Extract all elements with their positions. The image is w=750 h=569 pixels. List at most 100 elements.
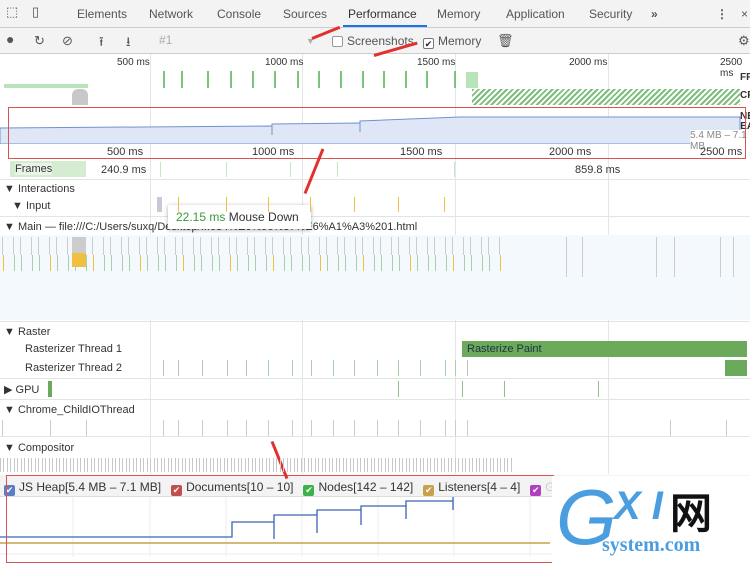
compositor-event [63, 458, 64, 472]
performance-toolbar: ● ↻ ⊘ ⭱ ⭳ #1 ▼ Screenshots ✔ Memory 🗑 ⚙ [0, 28, 750, 54]
trash-icon[interactable]: 🗑 [497, 33, 514, 49]
gpu-event[interactable] [48, 381, 52, 397]
compositor-event [140, 458, 141, 472]
compositor-event [231, 458, 232, 472]
compositor-event [465, 458, 466, 472]
compositor-event [122, 458, 123, 472]
childio-track[interactable]: ▼ Chrome_ChildIOThread [4, 404, 135, 416]
interactions-track[interactable]: ▼ Interactions [4, 183, 75, 195]
compositor-event [441, 458, 442, 472]
task-bar [489, 255, 490, 271]
task-bar [211, 237, 212, 255]
task-bar [488, 237, 489, 255]
compositor-event [301, 458, 302, 472]
frame-marker [290, 162, 291, 177]
clear-icon[interactable]: ⊘ [62, 33, 73, 49]
io-event [311, 420, 312, 436]
compositor-event [91, 458, 92, 472]
compositor-track[interactable]: ▼ Compositor [4, 442, 74, 454]
compositor-event [70, 458, 71, 472]
tab-memory[interactable]: Memory [437, 7, 480, 21]
menu-kebab-icon[interactable]: ⋮ [716, 7, 728, 21]
task-bar [183, 255, 184, 271]
task-bar [482, 255, 483, 271]
cpu-busy-hatch [472, 89, 740, 105]
tab-elements[interactable]: Elements [77, 7, 127, 21]
input-track[interactable]: ▼ Input [12, 200, 50, 212]
compositor-event [108, 458, 109, 472]
io-event [178, 420, 179, 436]
rasterize-paint-event[interactable]: Rasterize Paint [462, 341, 747, 357]
tab-security[interactable]: Security [589, 7, 632, 21]
compositor-event [164, 458, 165, 472]
task-bar [319, 237, 320, 255]
fps-tick [297, 71, 299, 88]
compositor-event [73, 458, 74, 472]
task-bar [93, 255, 94, 271]
compositor-event [80, 458, 81, 472]
gpu-track[interactable]: ▶ GPU [4, 383, 39, 396]
compositor-event [287, 458, 288, 472]
compositor-event [115, 458, 116, 472]
compositor-event [497, 458, 498, 472]
fps-tick [252, 71, 254, 88]
rasterizer-thread-1[interactable]: Rasterizer Thread 1 [25, 343, 122, 355]
tab-sources[interactable]: Sources [283, 7, 327, 21]
overview-tick: 1000 ms [265, 57, 304, 68]
raster-event[interactable] [725, 360, 747, 376]
compositor-event [346, 458, 347, 472]
inspect-element-icon[interactable]: ⬚ [6, 4, 18, 20]
device-toolbar-icon[interactable]: ▯ [32, 4, 39, 20]
gpu-event [504, 381, 505, 397]
raster-event [227, 360, 228, 376]
task-bar [398, 237, 399, 255]
compositor-event [402, 458, 403, 472]
task-bar [302, 255, 303, 271]
tab-console[interactable]: Console [217, 7, 261, 21]
task-bar [146, 237, 147, 255]
compositor-event [238, 458, 239, 472]
compositor-event [420, 458, 421, 472]
memory-label: Memory [438, 34, 482, 48]
gear-icon[interactable]: ⚙ [738, 33, 750, 49]
tab-performance[interactable]: Performance [348, 7, 417, 21]
gpu-event [462, 381, 463, 397]
compositor-event [28, 458, 29, 472]
input-event [398, 197, 399, 212]
recording-select[interactable]: #1 [159, 33, 172, 47]
memory-checkbox[interactable]: ✔ Memory [423, 34, 481, 49]
compositor-event [409, 458, 410, 472]
compositor-event [199, 458, 200, 472]
task-bar [391, 237, 392, 255]
compositor-event [175, 458, 176, 472]
more-tabs-button[interactable]: » [651, 7, 658, 21]
reload-icon[interactable]: ↻ [34, 33, 45, 49]
main-thread-area[interactable] [0, 235, 750, 320]
record-icon[interactable]: ● [6, 31, 14, 47]
compositor-event [280, 458, 281, 472]
rasterizer-thread-2[interactable]: Rasterizer Thread 2 [25, 362, 122, 374]
task-bar [326, 237, 327, 255]
compositor-event [98, 458, 99, 472]
compositor-event [147, 458, 148, 472]
fps-tick [207, 71, 209, 88]
save-profile-icon[interactable]: ⭳ [126, 33, 131, 55]
track-label: GPU [15, 384, 40, 396]
task-bar [417, 255, 418, 271]
track-label: Compositor [17, 442, 75, 454]
task-bar [301, 237, 302, 255]
raster-track[interactable]: ▼ Raster [4, 326, 50, 338]
compositor-event [143, 458, 144, 472]
task-bar [674, 237, 675, 277]
tab-network[interactable]: Network [149, 7, 193, 21]
task-bar [308, 237, 309, 255]
compositor-event [318, 458, 319, 472]
overview-tick: 2000 ms [569, 57, 608, 68]
task-bar [230, 255, 231, 271]
load-profile-icon[interactable]: ⭱ [99, 33, 104, 55]
raster-event [311, 360, 312, 376]
compositor-event [241, 458, 242, 472]
tab-application[interactable]: Application [506, 7, 565, 21]
gpu-event [398, 381, 399, 397]
close-icon[interactable]: × [741, 7, 748, 21]
